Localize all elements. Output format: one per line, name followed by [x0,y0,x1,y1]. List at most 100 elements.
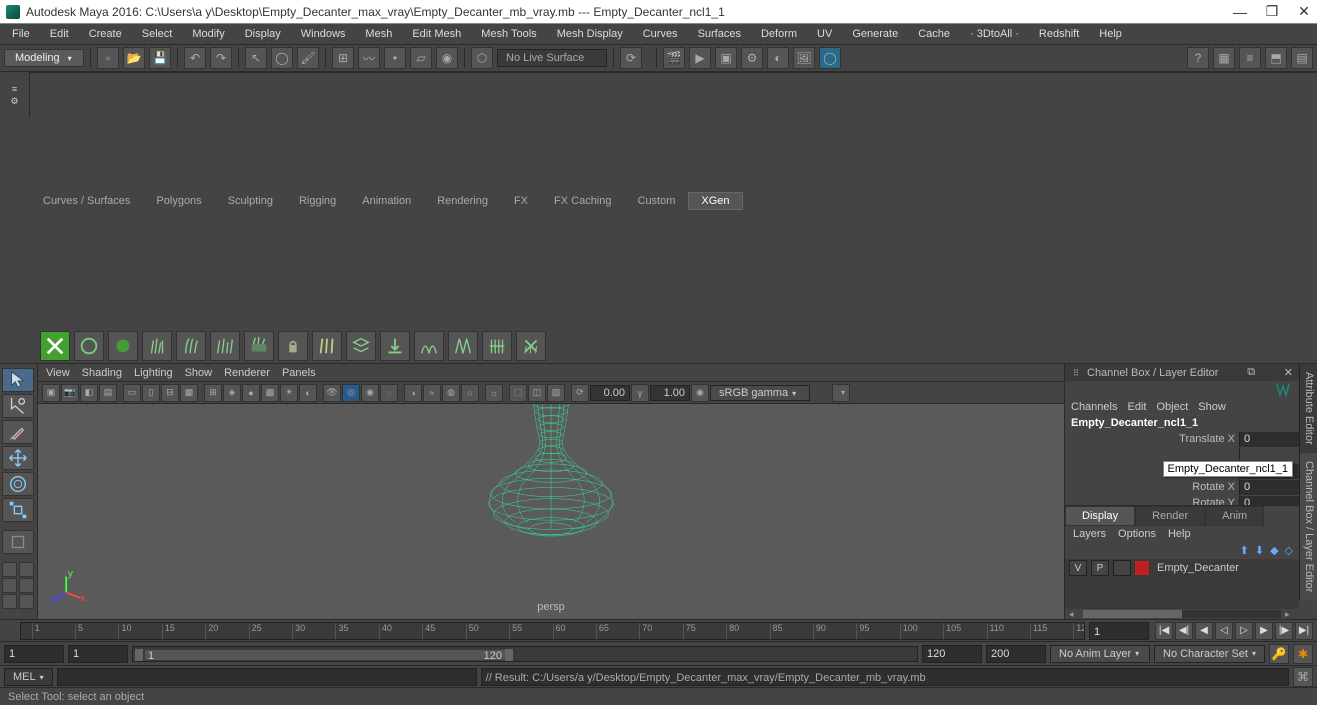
vp-gamemode-icon[interactable]: ⬚ [509,384,527,402]
xgen-groom-1-icon[interactable] [414,331,444,361]
layer-tab-anim[interactable]: Anim [1205,506,1264,526]
layer-visibility-toggle[interactable]: V [1069,560,1087,576]
vp-menu-show[interactable]: Show [185,367,213,379]
undo-icon[interactable]: ↶ [184,47,206,69]
render-view-icon[interactable]: 🖼 [793,47,815,69]
range-track[interactable]: 1120 [132,646,918,662]
range-end-field[interactable] [986,645,1046,663]
menu-generate[interactable]: Generate [844,26,906,42]
vp-film-gate-icon[interactable]: ▭ [123,384,141,402]
lasso-select-icon[interactable]: ◯ [271,47,293,69]
channel-box-toggle-icon[interactable]: ▤ [1291,47,1313,69]
menu-redshift[interactable]: Redshift [1031,26,1087,42]
vp-wireframe-icon[interactable]: ◈ [223,384,241,402]
render-frame-icon[interactable]: 🎬 [663,47,685,69]
layer-menu-help[interactable]: Help [1168,528,1191,540]
workspace-mode-dropdown[interactable]: Modeling [4,49,84,67]
cmd-language-dropdown[interactable]: MEL [4,668,53,686]
cb-menu-object[interactable]: Object [1156,401,1188,413]
time-slider[interactable]: 1510152025303540455055606570758085909510… [0,619,1317,641]
xgen-density-icon[interactable] [244,331,274,361]
layer-new-from-sel-icon[interactable]: ◇ [1285,544,1293,557]
range-handle-left[interactable] [135,649,143,661]
cb-menu-channels[interactable]: Channels [1071,401,1117,413]
vp-camera-icon[interactable]: 📷 [61,384,79,402]
select-mode-icon[interactable]: ↖ [245,47,267,69]
side-tab-attribute-editor[interactable]: Attribute Editor [1299,364,1317,453]
layer-menu-options[interactable]: Options [1118,528,1156,540]
range-in-field[interactable] [68,645,128,663]
maya-home-icon[interactable] [2,613,32,615]
render-region-icon[interactable]: ▣ [715,47,737,69]
current-time-field[interactable]: 1 [1089,622,1149,640]
render-settings-icon[interactable]: ⚙ [741,47,763,69]
vp-more-dropdown[interactable] [832,384,850,402]
maximize-button[interactable]: ❐ [1265,5,1279,19]
shelf-tab-rigging[interactable]: Rigging [286,192,349,210]
hypershade-icon[interactable]: ◐ [767,47,789,69]
menu-cache[interactable]: Cache [910,26,958,42]
menu-windows[interactable]: Windows [293,26,354,42]
vp-ssao-icon[interactable]: ◑ [404,384,422,402]
side-tab-channel-box[interactable]: Channel Box / Layer Editor [1299,453,1317,600]
script-editor-icon[interactable]: ⌘ [1293,667,1313,687]
range-bar[interactable]: 1120 [145,650,505,660]
vp-menu-lighting[interactable]: Lighting [134,367,173,379]
cb-val-ry[interactable]: 0 [1239,496,1299,506]
shelf-tab-curves[interactable]: Curves / Surfaces [30,192,143,210]
layer-color-swatch[interactable] [1135,561,1149,575]
playback-go-to-end-icon[interactable]: ▶| [1295,622,1313,640]
make-live-icon[interactable]: ⬡ [471,47,493,69]
vp-resolution-gate-icon[interactable]: ▯ [142,384,160,402]
playback-prefs-icon[interactable]: ✱ [1293,644,1313,664]
vp-performance-icon[interactable]: ◫ [528,384,546,402]
select-tool[interactable] [2,368,34,392]
layout-two-h-icon[interactable] [2,578,17,593]
minimize-button[interactable]: — [1233,5,1247,19]
cb-menu-show[interactable]: Show [1198,401,1226,413]
xgen-grass-2-icon[interactable] [176,331,206,361]
vp-xray-icon[interactable]: ◎ [342,384,360,402]
vp-colorspace-dropdown[interactable]: sRGB gamma [710,385,810,401]
ipr-render-icon[interactable]: ▶ [689,47,711,69]
menu-select[interactable]: Select [134,26,181,42]
shelf-menu-toggle[interactable]: ≡⚙ [0,72,30,118]
save-scene-icon[interactable]: 💾 [149,47,171,69]
menu-display[interactable]: Display [237,26,289,42]
quick-help-icon[interactable]: ? [1187,47,1209,69]
history-toggle-icon[interactable]: ⟳ [620,47,642,69]
vp-shaded-icon[interactable]: ● [242,384,260,402]
layer-tab-render[interactable]: Render [1135,506,1205,526]
xgen-groom-2-icon[interactable] [448,331,478,361]
rotate-tool[interactable] [2,472,34,496]
vp-isolate-icon[interactable]: 👁 [323,384,341,402]
range-handle-right[interactable] [505,649,513,661]
vp-exposure-icon[interactable]: ☼ [485,384,503,402]
xgen-open-icon[interactable] [40,331,70,361]
layout-single-icon[interactable] [2,562,17,577]
cmd-input[interactable] [57,668,477,686]
vp-gamma-value[interactable]: 1.00 [650,385,690,401]
layer-new-empty-icon[interactable]: ◆ [1270,544,1278,557]
vp-menu-shading[interactable]: Shading [82,367,122,379]
shelf-tab-rendering[interactable]: Rendering [424,192,501,210]
live-surface-field[interactable]: No Live Surface [497,49,607,67]
xgen-guides-1-icon[interactable] [312,331,342,361]
menu-edit-mesh[interactable]: Edit Mesh [404,26,469,42]
menu-modify[interactable]: Modify [184,26,232,42]
layer-playback-toggle[interactable]: P [1091,560,1109,576]
vp-field-chart-icon[interactable]: ▦ [180,384,198,402]
layer-scroll-right-icon[interactable]: ▸ [1285,609,1295,619]
vp-gate-mask-icon[interactable]: ⊟ [161,384,179,402]
lasso-tool[interactable] [2,394,34,418]
menu-edit[interactable]: Edit [42,26,77,42]
time-ruler[interactable]: 1510152025303540455055606570758085909510… [20,622,1085,640]
vp-dof-icon[interactable]: ○ [461,384,479,402]
playback-step-back-icon[interactable]: ◀ [1195,622,1213,640]
attribute-editor-toggle-icon[interactable]: ≡ [1239,47,1261,69]
menu-help[interactable]: Help [1091,26,1130,42]
snap-live-icon[interactable]: ◉ [436,47,458,69]
menu-file[interactable]: File [4,26,38,42]
panel-popout-icon[interactable]: ⧉ [1247,366,1255,379]
shelf-tab-animation[interactable]: Animation [349,192,424,210]
